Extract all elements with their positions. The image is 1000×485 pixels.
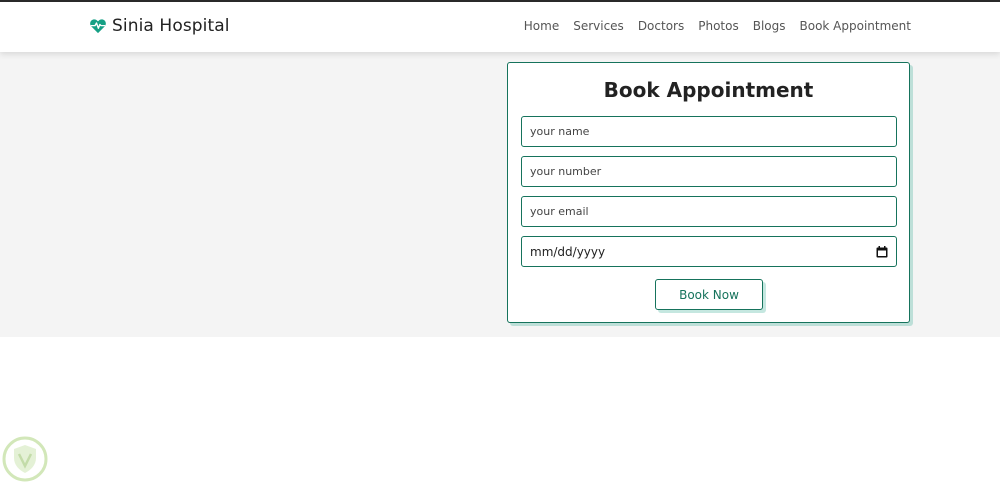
form-title: Book Appointment [603, 78, 814, 102]
shield-watermark-icon [2, 436, 48, 482]
number-input[interactable] [521, 156, 897, 187]
book-now-button[interactable]: Book Now [655, 279, 763, 310]
logo-text: Sinia Hospital [112, 16, 230, 36]
nav-services[interactable]: Services [573, 19, 624, 33]
date-placeholder: mm/dd/yyyy [530, 244, 606, 259]
site-logo[interactable]: Sinia Hospital [89, 16, 230, 36]
email-input[interactable] [521, 196, 897, 227]
nav-doctors[interactable]: Doctors [638, 19, 684, 33]
site-header: Sinia Hospital Home Services Doctors Pho… [0, 2, 1000, 52]
nav-photos[interactable]: Photos [698, 19, 738, 33]
nav-home[interactable]: Home [524, 19, 559, 33]
calendar-icon[interactable] [876, 245, 888, 258]
date-input[interactable]: mm/dd/yyyy [521, 236, 897, 267]
nav-book-appointment[interactable]: Book Appointment [800, 19, 912, 33]
main-nav: Home Services Doctors Photos Blogs Book … [524, 19, 911, 33]
booking-form: Book Appointment mm/dd/yyyy Book Now [507, 62, 910, 323]
name-input[interactable] [521, 116, 897, 147]
nav-blogs[interactable]: Blogs [753, 19, 786, 33]
heartbeat-icon [90, 19, 106, 34]
